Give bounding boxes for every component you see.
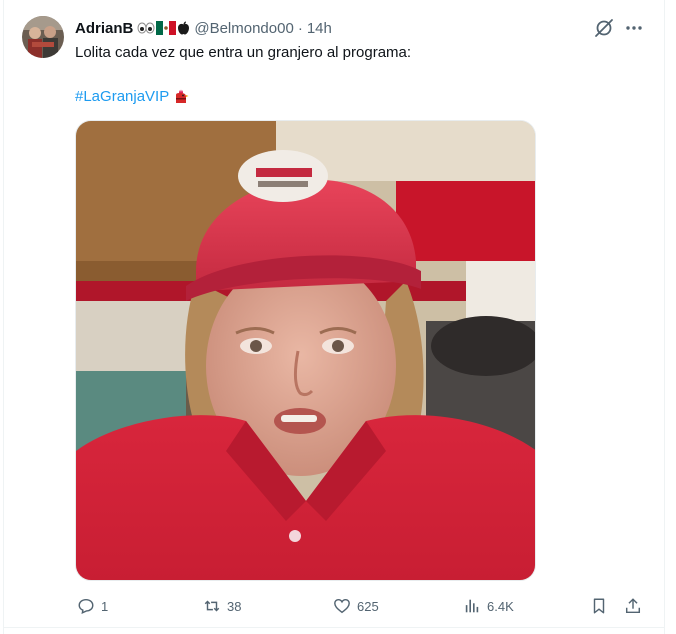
like-count: 625 <box>357 598 379 614</box>
timestamp[interactable]: 14h <box>307 20 332 37</box>
repost-icon <box>204 600 220 612</box>
repost-count: 38 <box>227 598 242 614</box>
eyes-emoji-icon <box>137 22 155 34</box>
red-rooster-emoji-icon <box>176 89 189 103</box>
heart-icon <box>334 598 350 614</box>
more-options-icon[interactable] <box>624 18 644 38</box>
repost-button[interactable]: 38 <box>203 596 241 616</box>
reply-icon <box>78 598 94 614</box>
bookmark-icon <box>593 598 605 614</box>
apple-emoji-icon <box>178 21 190 35</box>
like-button[interactable]: 625 <box>333 596 379 616</box>
grok-icon[interactable] <box>594 18 614 38</box>
display-name[interactable]: AdrianB <box>75 20 133 37</box>
bookmark-button[interactable] <box>590 596 608 616</box>
tweet-header: AdrianB @Belmondo00 · 14h <box>75 17 332 39</box>
card-border-right <box>664 0 665 634</box>
share-icon <box>625 598 641 614</box>
views-button[interactable]: 6.4K <box>463 596 514 616</box>
avatar[interactable] <box>22 16 64 58</box>
hashtag-line: #LaGranjaVIP <box>75 87 189 107</box>
name-emojis <box>137 21 190 35</box>
tweet-media-image[interactable] <box>75 120 536 581</box>
views-chart-icon <box>465 599 479 613</box>
tweet-text: Lolita cada vez que entra un granjero al… <box>75 44 412 61</box>
hashtag-link[interactable]: #LaGranjaVIP <box>75 87 169 107</box>
reply-count: 1 <box>101 598 109 614</box>
user-handle[interactable]: @Belmondo00 <box>194 20 293 37</box>
reply-button[interactable]: 1 <box>77 596 108 616</box>
views-count: 6.4K <box>487 598 514 614</box>
mexico-flag-emoji-icon <box>156 21 177 35</box>
card-border-left <box>3 0 4 634</box>
separator-dot: · <box>297 19 303 37</box>
share-button[interactable] <box>624 596 642 616</box>
card-border-bottom <box>3 627 665 628</box>
